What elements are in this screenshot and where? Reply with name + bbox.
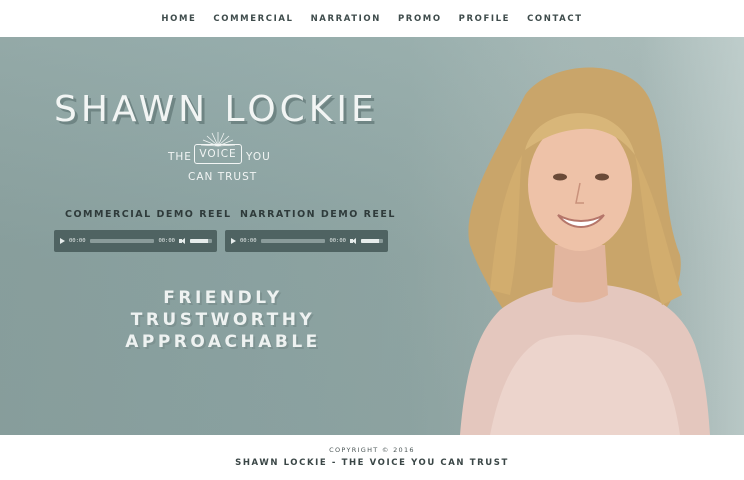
nav-promo[interactable]: PROMO xyxy=(398,10,442,28)
trait-trustworthy: TRUSTWORTHY xyxy=(130,310,316,330)
trait-approachable: APPROACHABLE xyxy=(125,332,321,352)
footer: COPYRIGHT © 2016 SHAWN LOCKIE - THE VOIC… xyxy=(0,435,744,480)
current-time: 00:00 xyxy=(240,238,257,244)
top-nav: HOME COMMERCIAL NARRATION PROMO PROFILE … xyxy=(0,0,744,37)
volume-icon[interactable] xyxy=(179,238,186,244)
logo-line-can-trust: CAN TRUST xyxy=(188,171,258,183)
nav-commercial[interactable]: COMMERCIAL xyxy=(213,10,293,28)
logo-word-you: YOU xyxy=(246,151,271,163)
footer-tagline: SHAWN LOCKIE - THE VOICE YOU CAN TRUST xyxy=(235,458,509,468)
volume-slider[interactable] xyxy=(190,239,212,243)
volume-fill xyxy=(190,239,208,243)
volume-fill xyxy=(361,239,379,243)
logo-word-voice: VOICE xyxy=(194,144,242,164)
volume-slider[interactable] xyxy=(361,239,383,243)
nav-home[interactable]: HOME xyxy=(161,10,196,28)
traits-list: FRIENDLY TRUSTWORTHY APPROACHABLE xyxy=(108,287,338,353)
progress-bar[interactable] xyxy=(89,239,155,243)
trait-friendly: FRIENDLY xyxy=(163,288,283,308)
logo-word-the: THE xyxy=(168,151,192,163)
nav-contact[interactable]: CONTACT xyxy=(527,10,583,28)
copyright-text: COPYRIGHT © 2016 xyxy=(329,446,415,454)
commercial-reel-label: COMMERCIAL DEMO REEL xyxy=(65,209,232,220)
page: HOME COMMERCIAL NARRATION PROMO PROFILE … xyxy=(0,0,744,480)
site-title: SHAWN LOCKIE xyxy=(54,89,378,130)
volume-icon[interactable] xyxy=(350,238,357,244)
hero-section: SHAWN LOCKIE THE VOICE YOU CAN TRUST COM… xyxy=(0,37,744,435)
nav-narration[interactable]: NARRATION xyxy=(311,10,381,28)
progress-bar[interactable] xyxy=(260,239,326,243)
narration-reel-label: NARRATION DEMO REEL xyxy=(240,209,396,220)
nav-profile[interactable]: PROFILE xyxy=(459,10,510,28)
narration-audio-player: 00:00 00:00 xyxy=(225,230,388,252)
commercial-audio-player: 00:00 00:00 xyxy=(54,230,217,252)
portrait-image xyxy=(460,67,710,435)
duration-time: 00:00 xyxy=(329,238,346,244)
duration-time: 00:00 xyxy=(158,238,175,244)
current-time: 00:00 xyxy=(69,238,86,244)
play-icon[interactable] xyxy=(60,238,65,244)
tagline-logo: THE VOICE YOU CAN TRUST xyxy=(164,130,274,190)
play-icon[interactable] xyxy=(231,238,236,244)
